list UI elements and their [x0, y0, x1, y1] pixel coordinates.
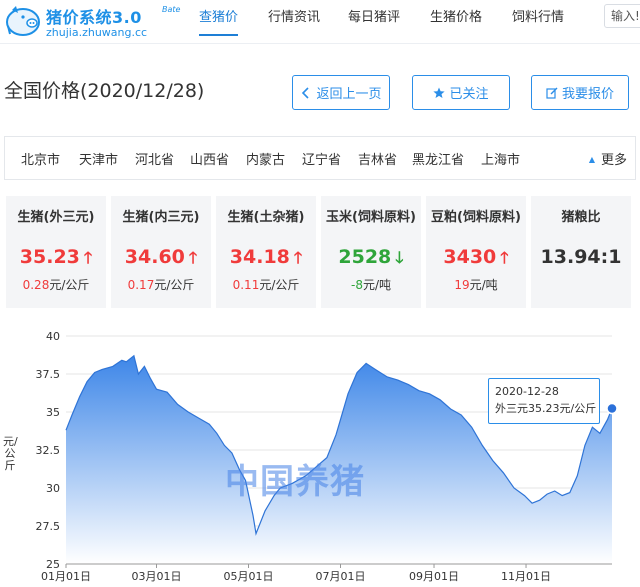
card-price-value: 2528 — [338, 246, 392, 268]
card-change: 19元/吨 — [426, 276, 526, 293]
nav-check-price[interactable]: 查猪价 — [199, 0, 239, 40]
y-axis-label: 元/公斤 — [3, 435, 18, 472]
more-regions-toggle[interactable]: ▲ 更多 — [589, 149, 627, 168]
nav-market-news[interactable]: 行情资讯 — [268, 0, 320, 40]
back-button-label: 返回上一页 — [316, 87, 382, 102]
arrow-up-icon: 🡑 — [293, 248, 303, 267]
card-price-value: 13.94:1 — [540, 246, 622, 268]
logo-title: 猪价系统3.0 — [46, 8, 142, 27]
page-title: 全国价格(2020/12/28) — [4, 80, 205, 102]
top-navigation-bar: 猪价系统3.0 Bate zhujia.zhuwang.cc 查猪价 行情资讯 … — [0, 0, 640, 44]
site-logo[interactable]: 猪价系统3.0 Bate zhujia.zhuwang.cc — [4, 2, 194, 42]
pig-logo-icon — [6, 6, 40, 36]
edit-icon — [546, 87, 558, 99]
region-item[interactable]: 上海市 — [481, 149, 520, 168]
price-card-hog-outer[interactable]: 生猪(外三元) 35.23 🡑 0.28元/公斤 — [6, 196, 106, 308]
latest-data-point — [606, 402, 618, 415]
card-change-value: 19 — [454, 278, 470, 292]
arrow-up-icon: 🡑 — [188, 248, 198, 267]
follow-button-label: 已关注 — [449, 87, 489, 102]
card-price: 35.23 🡑 — [6, 246, 106, 274]
card-price-value: 34.18 — [229, 246, 290, 268]
card-title: 猪粮比 — [561, 210, 601, 225]
y-tick-label: 40 — [46, 330, 60, 343]
arrow-up-icon: 🡑 — [83, 248, 93, 267]
card-change-value: 0.17 — [127, 278, 155, 292]
region-item[interactable]: 内蒙古 — [246, 149, 285, 168]
chevron-left-icon — [302, 86, 310, 99]
card-change: 0.11元/公斤 — [216, 276, 316, 293]
card-price: 2528 🡓 — [321, 246, 421, 274]
card-price-value: 3430 — [443, 246, 497, 268]
nav-feed-market[interactable]: 饲料行情 — [512, 0, 564, 40]
x-tick-label: 05月01日 — [224, 570, 274, 583]
card-title: 生猪(内三元) — [122, 210, 200, 225]
card-change-unit: 元/吨 — [469, 278, 498, 292]
region-item[interactable]: 北京市 — [21, 149, 60, 168]
follow-button[interactable]: 已关注 — [412, 75, 510, 110]
card-change-unit: 元/公斤 — [154, 278, 195, 292]
card-price-value: 35.23 — [19, 246, 80, 268]
card-price: 34.60 🡑 — [111, 246, 211, 274]
region-item[interactable]: 黑龙江省 — [412, 149, 464, 168]
price-card-hog-grain-ratio[interactable]: 猪粮比 13.94:1 — [531, 196, 631, 308]
star-icon — [433, 87, 446, 98]
card-change-value: 0.11 — [232, 278, 260, 292]
watermark: 中国养猪 — [225, 462, 365, 502]
price-card-hog-native[interactable]: 生猪(土杂猪) 34.18 🡑 0.11元/公斤 — [216, 196, 316, 308]
y-tick-label: 27.5 — [36, 520, 61, 533]
chart-tooltip: 2020-12-28 外三元35.23元/公斤 — [488, 378, 600, 424]
card-price: 34.18 🡑 — [216, 246, 316, 274]
arrow-up-icon: 🡑 — [500, 248, 509, 267]
report-price-button[interactable]: 我要报价 — [531, 75, 629, 110]
x-tick-label: 07月01日 — [316, 570, 366, 583]
region-item[interactable]: 辽宁省 — [302, 149, 341, 168]
arrow-down-icon: 🡓 — [395, 248, 404, 267]
region-item[interactable]: 山西省 — [190, 149, 229, 168]
region-item[interactable]: 河北省 — [135, 149, 174, 168]
x-tick-label: 01月01日 — [41, 570, 91, 583]
card-price: 13.94:1 — [531, 246, 631, 268]
x-tick-label: 11月01日 — [501, 570, 551, 583]
report-price-label: 我要报价 — [561, 87, 614, 102]
card-change-unit: 元/公斤 — [49, 278, 90, 292]
card-change-value: -8 — [350, 278, 363, 292]
nav-hog-price[interactable]: 生猪价格 — [430, 0, 482, 40]
card-change-unit: 元/公斤 — [259, 278, 300, 292]
card-change-unit: 元/吨 — [362, 278, 391, 292]
region-item[interactable]: 天津市 — [79, 149, 118, 168]
back-button[interactable]: 返回上一页 — [292, 75, 390, 110]
region-item[interactable]: 吉林省 — [358, 149, 397, 168]
tooltip-date: 2020-12-28 — [495, 385, 559, 398]
card-title: 豆粕(饲料原料) — [431, 210, 521, 225]
search-input[interactable]: 输入! — [604, 4, 640, 28]
y-tick-label: 32.5 — [36, 444, 61, 457]
card-change: 0.28元/公斤 — [6, 276, 106, 293]
region-filter-bar: 北京市 天津市 河北省 山西省 内蒙古 辽宁省 吉林省 黑龙江省 上海市 ▲ 更多 — [4, 136, 636, 180]
card-change: -8元/吨 — [321, 276, 421, 293]
card-change: 0.17元/公斤 — [111, 276, 211, 293]
card-price-value: 34.60 — [124, 246, 185, 268]
caret-up-icon: ▲ — [588, 155, 595, 164]
logo-domain: zhujia.zhuwang.cc — [46, 26, 148, 39]
card-title: 生猪(土杂猪) — [227, 210, 305, 225]
card-change-value: 0.28 — [22, 278, 50, 292]
price-card-hog-inner[interactable]: 生猪(内三元) 34.60 🡑 0.17元/公斤 — [111, 196, 211, 308]
price-card-soymeal[interactable]: 豆粕(饲料原料) 3430 🡑 19元/吨 — [426, 196, 526, 308]
x-tick-label: 03月01日 — [131, 570, 181, 583]
price-card-corn[interactable]: 玉米(饲料原料) 2528 🡓 -8元/吨 — [321, 196, 421, 308]
tooltip-value: 外三元35.23元/公斤 — [495, 402, 597, 415]
y-tick-label: 37.5 — [36, 368, 61, 381]
logo-beta-tag: Bate — [162, 5, 181, 14]
card-title: 玉米(饲料原料) — [326, 210, 416, 225]
nav-daily-comment[interactable]: 每日猪评 — [348, 0, 400, 40]
y-tick-label: 30 — [46, 482, 60, 495]
card-price: 3430 🡑 — [426, 246, 526, 274]
more-label: 更多 — [600, 153, 627, 168]
card-title: 生猪(外三元) — [17, 210, 95, 225]
x-tick-label: 09月01日 — [409, 570, 459, 583]
y-tick-label: 35 — [46, 406, 60, 419]
price-trend-chart: 25 27.5 30 32.5 35 37.5 40 01月01日 03月01日 05月01日 07… — [0, 326, 640, 587]
